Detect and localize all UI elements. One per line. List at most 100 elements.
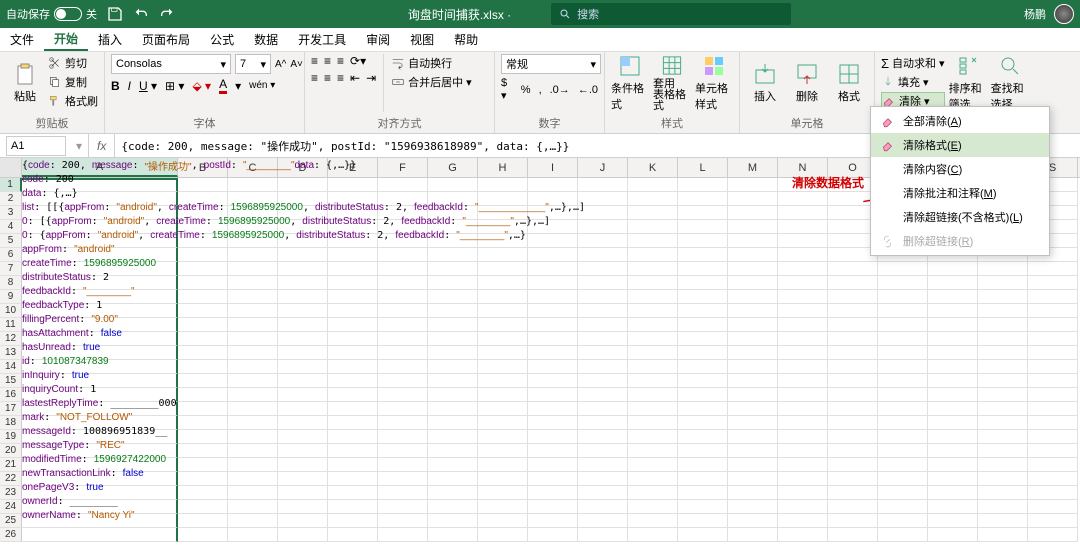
cell[interactable] — [378, 178, 428, 192]
cell[interactable] — [878, 276, 928, 290]
cell[interactable] — [978, 500, 1028, 514]
cell[interactable] — [378, 444, 428, 458]
cell[interactable] — [478, 290, 528, 304]
cell[interactable] — [778, 290, 828, 304]
cell[interactable] — [278, 528, 328, 542]
cell[interactable] — [22, 318, 178, 332]
cell[interactable] — [928, 430, 978, 444]
cell[interactable] — [378, 430, 428, 444]
cell[interactable] — [578, 500, 628, 514]
cell[interactable] — [828, 304, 878, 318]
cell[interactable] — [278, 360, 328, 374]
cell[interactable] — [678, 178, 728, 192]
cell[interactable] — [1028, 388, 1078, 402]
row-header[interactable]: 5 — [0, 234, 22, 248]
cell[interactable] — [978, 318, 1028, 332]
format-painter-button[interactable]: 格式刷 — [48, 92, 98, 110]
cell[interactable] — [328, 346, 378, 360]
cell[interactable] — [728, 262, 778, 276]
cell[interactable] — [428, 514, 478, 528]
cell[interactable] — [828, 374, 878, 388]
cell[interactable] — [328, 360, 378, 374]
cell[interactable] — [478, 500, 528, 514]
cell[interactable] — [328, 220, 378, 234]
cell[interactable] — [328, 304, 378, 318]
cell[interactable] — [478, 388, 528, 402]
cell[interactable] — [928, 346, 978, 360]
cell[interactable] — [578, 262, 628, 276]
cell[interactable] — [628, 472, 678, 486]
select-all-corner[interactable] — [0, 158, 22, 177]
cell[interactable] — [228, 178, 278, 192]
cell[interactable] — [1028, 402, 1078, 416]
cell[interactable] — [22, 360, 178, 374]
cell[interactable] — [878, 528, 928, 542]
cell[interactable] — [178, 332, 228, 346]
fill-color-button[interactable]: ⬙ ▾ — [192, 79, 211, 93]
cell[interactable] — [178, 234, 228, 248]
cut-button[interactable]: 剪切 — [48, 54, 98, 72]
cell[interactable] — [278, 276, 328, 290]
cell[interactable] — [728, 220, 778, 234]
cell[interactable] — [22, 276, 178, 290]
cell[interactable] — [828, 500, 878, 514]
cell[interactable] — [178, 374, 228, 388]
cell[interactable] — [378, 206, 428, 220]
cell[interactable] — [228, 458, 278, 472]
cell[interactable] — [528, 332, 578, 346]
cell[interactable] — [328, 388, 378, 402]
cell[interactable] — [528, 290, 578, 304]
cell[interactable] — [878, 458, 928, 472]
cell[interactable] — [528, 304, 578, 318]
cell[interactable] — [22, 430, 178, 444]
cell[interactable] — [178, 458, 228, 472]
cell[interactable] — [228, 318, 278, 332]
cell[interactable] — [828, 486, 878, 500]
cell[interactable] — [528, 472, 578, 486]
cell[interactable] — [22, 528, 178, 542]
cell[interactable] — [678, 430, 728, 444]
cell[interactable] — [978, 514, 1028, 528]
cell[interactable] — [178, 304, 228, 318]
cell[interactable] — [628, 444, 678, 458]
dec-decimal-button[interactable]: ←.0 — [578, 84, 598, 96]
clear-menu-item[interactable]: 清除内容(C) — [871, 157, 1049, 181]
cell[interactable] — [578, 486, 628, 500]
cell[interactable] — [228, 514, 278, 528]
cell[interactable] — [428, 472, 478, 486]
conditional-format-button[interactable]: 条件格式 — [611, 54, 649, 112]
cell[interactable] — [378, 276, 428, 290]
font-color-button[interactable]: A — [219, 77, 227, 94]
cell[interactable] — [22, 472, 178, 486]
cell[interactable] — [228, 248, 278, 262]
cell[interactable] — [578, 402, 628, 416]
cell[interactable] — [728, 500, 778, 514]
tab-帮助[interactable]: 帮助 — [444, 28, 488, 51]
cell[interactable] — [978, 304, 1028, 318]
cell[interactable] — [778, 486, 828, 500]
cell[interactable] — [528, 234, 578, 248]
redo-icon[interactable] — [159, 6, 175, 22]
cell[interactable] — [22, 220, 178, 234]
cell[interactable] — [428, 528, 478, 542]
cell[interactable] — [278, 262, 328, 276]
cell[interactable] — [378, 374, 428, 388]
cell[interactable] — [428, 500, 478, 514]
cell[interactable] — [22, 374, 178, 388]
cell[interactable] — [528, 514, 578, 528]
cell[interactable] — [778, 360, 828, 374]
cell[interactable] — [878, 514, 928, 528]
cell[interactable] — [628, 262, 678, 276]
cell[interactable] — [378, 472, 428, 486]
cell[interactable] — [828, 458, 878, 472]
cell[interactable] — [778, 528, 828, 542]
cell[interactable] — [278, 304, 328, 318]
cell[interactable] — [378, 290, 428, 304]
cell[interactable] — [878, 416, 928, 430]
cell[interactable] — [378, 458, 428, 472]
cell[interactable] — [578, 206, 628, 220]
cell[interactable] — [478, 346, 528, 360]
cell[interactable] — [22, 304, 178, 318]
cell[interactable] — [428, 374, 478, 388]
cell[interactable] — [628, 220, 678, 234]
